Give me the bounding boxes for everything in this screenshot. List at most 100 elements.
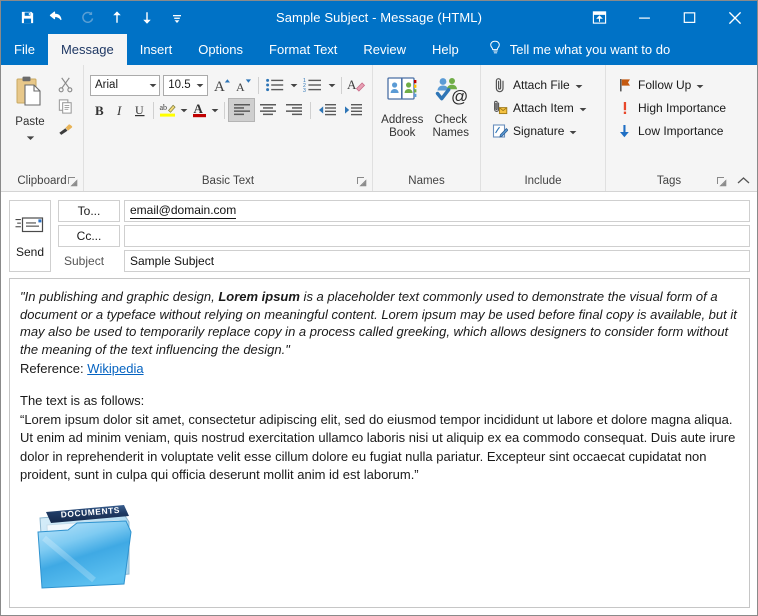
subject-input[interactable]: Sample Subject <box>124 250 750 272</box>
format-painter-icon[interactable] <box>53 118 77 139</box>
close-icon[interactable] <box>712 1 757 34</box>
tab-review[interactable]: Review <box>350 34 419 65</box>
font-color-icon[interactable]: A <box>190 99 209 121</box>
highlight-icon[interactable]: ab <box>158 99 178 121</box>
tab-format-text[interactable]: Format Text <box>256 34 350 65</box>
tab-insert[interactable]: Insert <box>127 34 186 65</box>
send-button[interactable]: Send <box>9 200 51 272</box>
ribbon-group-clipboard: Paste Clipb <box>1 65 83 191</box>
font-size-combo[interactable]: 10.5 <box>163 75 207 96</box>
decrease-indent-icon[interactable] <box>315 99 340 121</box>
high-importance-label: High Importance <box>638 101 726 115</box>
paperclip-icon <box>491 77 508 93</box>
maximize-icon[interactable] <box>667 1 712 34</box>
grow-font-icon[interactable]: A <box>213 74 233 96</box>
basic-text-row-2: B I U ab A <box>90 99 366 121</box>
copy-icon[interactable] <box>53 96 77 117</box>
down-arrow-icon <box>616 123 633 139</box>
chevron-up-icon <box>737 172 750 190</box>
address-book-button[interactable]: Address Book <box>379 72 426 140</box>
svg-text:B: B <box>95 103 104 118</box>
send-label: Send <box>16 245 44 259</box>
low-importance-button[interactable]: Low Importance <box>612 120 726 142</box>
wikipedia-link[interactable]: Wikipedia <box>87 361 143 376</box>
italic-icon[interactable]: I <box>110 99 129 121</box>
increase-indent-icon[interactable] <box>341 99 366 121</box>
cc-row: Cc... <box>58 225 750 247</box>
font-name-combo[interactable]: Arial <box>90 75 160 96</box>
tab-message[interactable]: Message <box>48 34 127 65</box>
attach-file-button[interactable]: Attach File <box>487 74 599 96</box>
dialog-launcher-clipboard[interactable] <box>67 175 78 186</box>
attach-item-label: Attach Item <box>513 101 574 115</box>
follow-up-button[interactable]: Follow Up <box>612 74 726 96</box>
chevron-down-icon <box>146 83 159 88</box>
subject-value: Sample Subject <box>130 254 214 268</box>
chevron-down-icon <box>579 99 587 117</box>
ribbon-group-tags: Follow Up High Importance Low Importa <box>605 65 732 191</box>
font-color-dropdown-icon[interactable] <box>210 99 220 121</box>
high-importance-button[interactable]: High Importance <box>612 97 726 119</box>
bullets-dropdown-icon[interactable] <box>289 74 299 96</box>
cc-input[interactable] <box>124 225 750 247</box>
documents-folder-image[interactable]: DOCUMENTS <box>34 502 739 595</box>
reference-line: Reference: Wikipedia <box>20 359 739 378</box>
signature-label: Signature <box>513 124 564 138</box>
tell-me-search[interactable]: Tell me what you want to do <box>472 34 680 65</box>
flag-icon <box>616 77 633 93</box>
previous-item-icon[interactable] <box>103 5 131 31</box>
ribbon-group-label-include: Include <box>481 172 605 191</box>
highlight-dropdown-icon[interactable] <box>179 99 189 121</box>
minimize-icon[interactable] <box>622 1 667 34</box>
attach-item-button[interactable]: Attach Item <box>487 97 599 119</box>
numbering-icon[interactable]: 123 <box>300 74 326 96</box>
ribbon: Paste Clipb <box>1 65 757 192</box>
to-input[interactable]: email@domain.com <box>124 200 750 222</box>
signature-button[interactable]: Signature <box>487 120 599 142</box>
bullets-icon[interactable] <box>263 74 289 96</box>
cut-icon[interactable] <box>53 74 77 95</box>
underline-icon[interactable]: U <box>130 99 149 121</box>
exclamation-icon <box>616 100 633 116</box>
align-left-icon[interactable] <box>229 99 254 121</box>
font-size-value: 10.5 <box>164 79 193 91</box>
next-item-icon[interactable] <box>133 5 161 31</box>
collapse-ribbon-button[interactable] <box>735 173 751 189</box>
subject-row: Subject Sample Subject <box>58 250 750 272</box>
address-book-icon <box>385 75 419 112</box>
paste-button[interactable]: Paste <box>7 72 53 146</box>
cc-button[interactable]: Cc... <box>58 225 120 247</box>
to-button[interactable]: To... <box>58 200 120 222</box>
ribbon-tab-bar: File Message Insert Options Format Text … <box>1 34 757 65</box>
message-body[interactable]: "In publishing and graphic design, Lorem… <box>9 278 750 608</box>
save-icon[interactable] <box>13 5 41 31</box>
lorem-paragraph: “Lorem ipsum dolor sit amet, consectetur… <box>20 411 739 485</box>
customize-qat-icon[interactable] <box>163 5 191 31</box>
svg-text:A: A <box>214 79 225 94</box>
undo-icon[interactable] <box>43 5 71 31</box>
numbering-dropdown-icon[interactable] <box>327 74 337 96</box>
shrink-font-icon[interactable]: A <box>234 74 254 96</box>
ribbon-group-include: Attach File Attach Item <box>480 65 605 191</box>
tab-options[interactable]: Options <box>185 34 256 65</box>
chevron-down-icon <box>26 128 35 146</box>
quick-access-toolbar <box>1 5 191 31</box>
tab-help[interactable]: Help <box>419 34 472 65</box>
tab-file[interactable]: File <box>1 34 48 65</box>
dialog-launcher-tags[interactable] <box>716 175 727 186</box>
svg-text:I: I <box>116 103 122 118</box>
ribbon-group-basic-text: Arial 10.5 A A <box>83 65 372 191</box>
dialog-launcher-basic-text[interactable] <box>356 175 367 186</box>
svg-text:A: A <box>236 80 245 94</box>
clear-formatting-icon[interactable]: A <box>346 74 366 96</box>
align-right-icon[interactable] <box>281 99 306 121</box>
ribbon-group-label-basic-text: Basic Text <box>84 172 372 191</box>
check-names-button[interactable]: @ Check Names <box>428 72 475 140</box>
basic-text-row-1: Arial 10.5 A A <box>90 74 366 96</box>
paste-icon <box>12 74 48 115</box>
bold-icon[interactable]: B <box>90 99 109 121</box>
ribbon-display-options-icon[interactable] <box>577 1 622 34</box>
chevron-down-icon <box>569 122 577 140</box>
reference-label: Reference: <box>20 361 87 376</box>
align-center-icon[interactable] <box>255 99 280 121</box>
